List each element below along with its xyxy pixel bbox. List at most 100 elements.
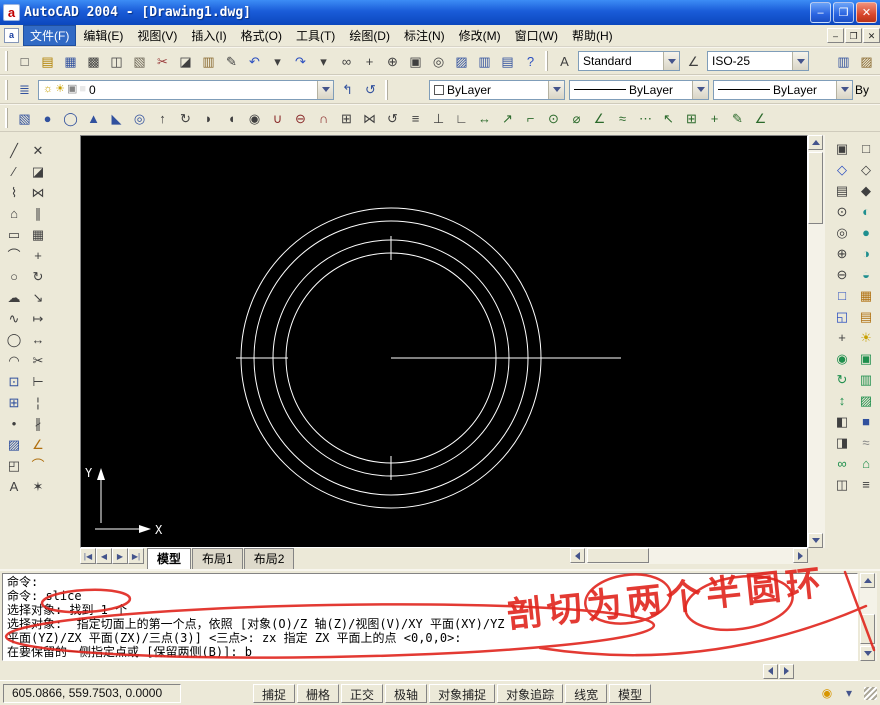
- ortho-toggle-button[interactable]: 正交: [341, 683, 384, 703]
- dim-style-dropdown-arrow[interactable]: [792, 52, 808, 70]
- stretch-button[interactable]: ↦: [27, 308, 49, 329]
- solid-torus-button[interactable]: ◎: [128, 107, 151, 130]
- text-style-dropdown-arrow[interactable]: [663, 52, 679, 70]
- hidden-button[interactable]: ◆: [855, 180, 877, 201]
- zoom-object-button[interactable]: ◎: [831, 222, 853, 243]
- polyline-button[interactable]: ⌇: [3, 182, 25, 203]
- camera-button[interactable]: ◫: [831, 474, 853, 495]
- 2d-wireframe-button[interactable]: □: [855, 138, 877, 159]
- open-folder-button[interactable]: ▤: [36, 50, 59, 73]
- materials-button[interactable]: ▣: [855, 348, 877, 369]
- lights-button[interactable]: ☀: [855, 327, 877, 348]
- ellipse-button[interactable]: ◯: [3, 329, 25, 350]
- minimize-button[interactable]: –: [810, 2, 831, 23]
- canvas-vscroll-track[interactable]: [808, 150, 825, 533]
- chamfer-button[interactable]: ∠: [27, 434, 49, 455]
- canvas-vscroll-thumb[interactable]: [808, 152, 823, 224]
- revision-cloud-button[interactable]: ☁: [3, 287, 25, 308]
- dim-edit-button[interactable]: ✎: [726, 107, 749, 130]
- 3d-clip-back-button[interactable]: ◨: [831, 432, 853, 453]
- file-menu[interactable]: 文件(F): [23, 25, 77, 46]
- mtext-button[interactable]: A: [3, 476, 25, 497]
- break-button[interactable]: ∦: [27, 413, 49, 434]
- copy-object-button[interactable]: ◪: [27, 161, 49, 182]
- polygon-button[interactable]: ⌂: [3, 203, 25, 224]
- toolbar-grip[interactable]: [385, 79, 390, 100]
- circle-button[interactable]: ○: [3, 266, 25, 287]
- zoom-all-button[interactable]: □: [831, 285, 853, 306]
- mirror-3d-button[interactable]: ⋈: [358, 107, 381, 130]
- extrude-button[interactable]: ↑: [151, 107, 174, 130]
- 3d-adjust-distance-button[interactable]: ↕: [831, 390, 853, 411]
- otrack-toggle-button[interactable]: 对象追踪: [497, 683, 564, 703]
- slice-button[interactable]: ◗: [197, 107, 220, 130]
- canvas-hscroll-thumb[interactable]: [587, 548, 649, 563]
- arc-button[interactable]: ⌒: [3, 245, 25, 266]
- interfere-button[interactable]: ◉: [243, 107, 266, 130]
- insert-block-button[interactable]: ⊡: [3, 371, 25, 392]
- make-block-button[interactable]: ⊞: [3, 392, 25, 413]
- landscape-new-button[interactable]: ⌂: [855, 453, 877, 474]
- array-button[interactable]: ▦: [27, 224, 49, 245]
- window-menu[interactable]: 窗口(W): [508, 25, 565, 46]
- command-scroll-left-button[interactable]: [763, 663, 778, 679]
- flat-shaded-edges-button[interactable]: ◑: [855, 243, 877, 264]
- dim-style-combo[interactable]: ISO-25: [707, 51, 809, 71]
- mirror-button[interactable]: ⋈: [27, 182, 49, 203]
- section-button[interactable]: ◖: [220, 107, 243, 130]
- dim-aligned-button[interactable]: ↗: [496, 107, 519, 130]
- continue-dimension-button[interactable]: ⋯: [634, 107, 657, 130]
- 3d-clip-front-button[interactable]: ◧: [831, 411, 853, 432]
- match-properties-button[interactable]: ✎: [220, 50, 243, 73]
- rotate-button[interactable]: ↻: [27, 266, 49, 287]
- make-objects-layer-current-button[interactable]: ↰: [336, 78, 359, 101]
- layer-properties-manager-button[interactable]: ≣: [13, 78, 36, 101]
- copy-button[interactable]: ◪: [174, 50, 197, 73]
- 3d-swivel-button[interactable]: ↻: [831, 369, 853, 390]
- break-at-point-button[interactable]: ¦: [27, 392, 49, 413]
- layout2-tab[interactable]: 布局2: [243, 548, 295, 569]
- offset-button[interactable]: ∥: [27, 203, 49, 224]
- tolerance-button[interactable]: ⊞: [680, 107, 703, 130]
- move-button[interactable]: +: [27, 245, 49, 266]
- erase-button[interactable]: ✕: [27, 140, 49, 161]
- adcenter-button[interactable]: ▨: [450, 50, 473, 73]
- 3d-array-button[interactable]: ⊞: [335, 107, 358, 130]
- spline-button[interactable]: ∿: [3, 308, 25, 329]
- modify-menu[interactable]: 修改(M): [452, 25, 508, 46]
- draw-menu[interactable]: 绘图(D): [342, 25, 397, 46]
- solid-wedge-button[interactable]: ◣: [105, 107, 128, 130]
- next-tab-button[interactable]: ▶: [112, 548, 128, 564]
- command-vscrollbar[interactable]: [860, 573, 877, 661]
- osnap-toggle-button[interactable]: 对象捕捉: [429, 683, 496, 703]
- named-ucs-button[interactable]: ∟: [450, 107, 473, 130]
- explode-button[interactable]: ✶: [27, 476, 49, 497]
- dim-style-button[interactable]: ∠: [682, 50, 705, 73]
- save-button[interactable]: ▦: [59, 50, 82, 73]
- help-menu[interactable]: 帮助(H): [565, 25, 620, 46]
- trim-button[interactable]: ✂: [27, 350, 49, 371]
- lineweight-toggle-button[interactable]: 线宽: [565, 683, 608, 703]
- markup-set-manager-button[interactable]: ▨: [855, 50, 878, 73]
- new-file-button[interactable]: □: [13, 50, 36, 73]
- scroll-up-button[interactable]: [808, 135, 823, 150]
- scroll-down-button[interactable]: [808, 533, 823, 548]
- extend-button[interactable]: ⊢: [27, 371, 49, 392]
- toolbar-grip[interactable]: [5, 79, 10, 100]
- ellipse-arc-button[interactable]: ◠: [3, 350, 25, 371]
- plot-button[interactable]: ▩: [82, 50, 105, 73]
- zoom-center-button[interactable]: ⊙: [831, 201, 853, 222]
- point-button[interactable]: •: [3, 413, 25, 434]
- line-button[interactable]: ╱: [3, 140, 25, 161]
- dim-radius-button[interactable]: ⊙: [542, 107, 565, 130]
- fillet-button[interactable]: ⌒: [27, 455, 49, 476]
- toolbar-grip[interactable]: [5, 51, 10, 71]
- rectangle-button[interactable]: ▭: [3, 224, 25, 245]
- color-combo[interactable]: ByLayer: [429, 79, 565, 100]
- polar-toggle-button[interactable]: 极轴: [385, 683, 428, 703]
- 3d-wireframe-button[interactable]: ◇: [855, 159, 877, 180]
- intersect-button[interactable]: ∩: [312, 107, 335, 130]
- undo-dropdown-button[interactable]: ▾: [266, 50, 289, 73]
- pan-realtime-button[interactable]: +: [358, 50, 381, 73]
- restore-button[interactable]: ❐: [833, 2, 854, 23]
